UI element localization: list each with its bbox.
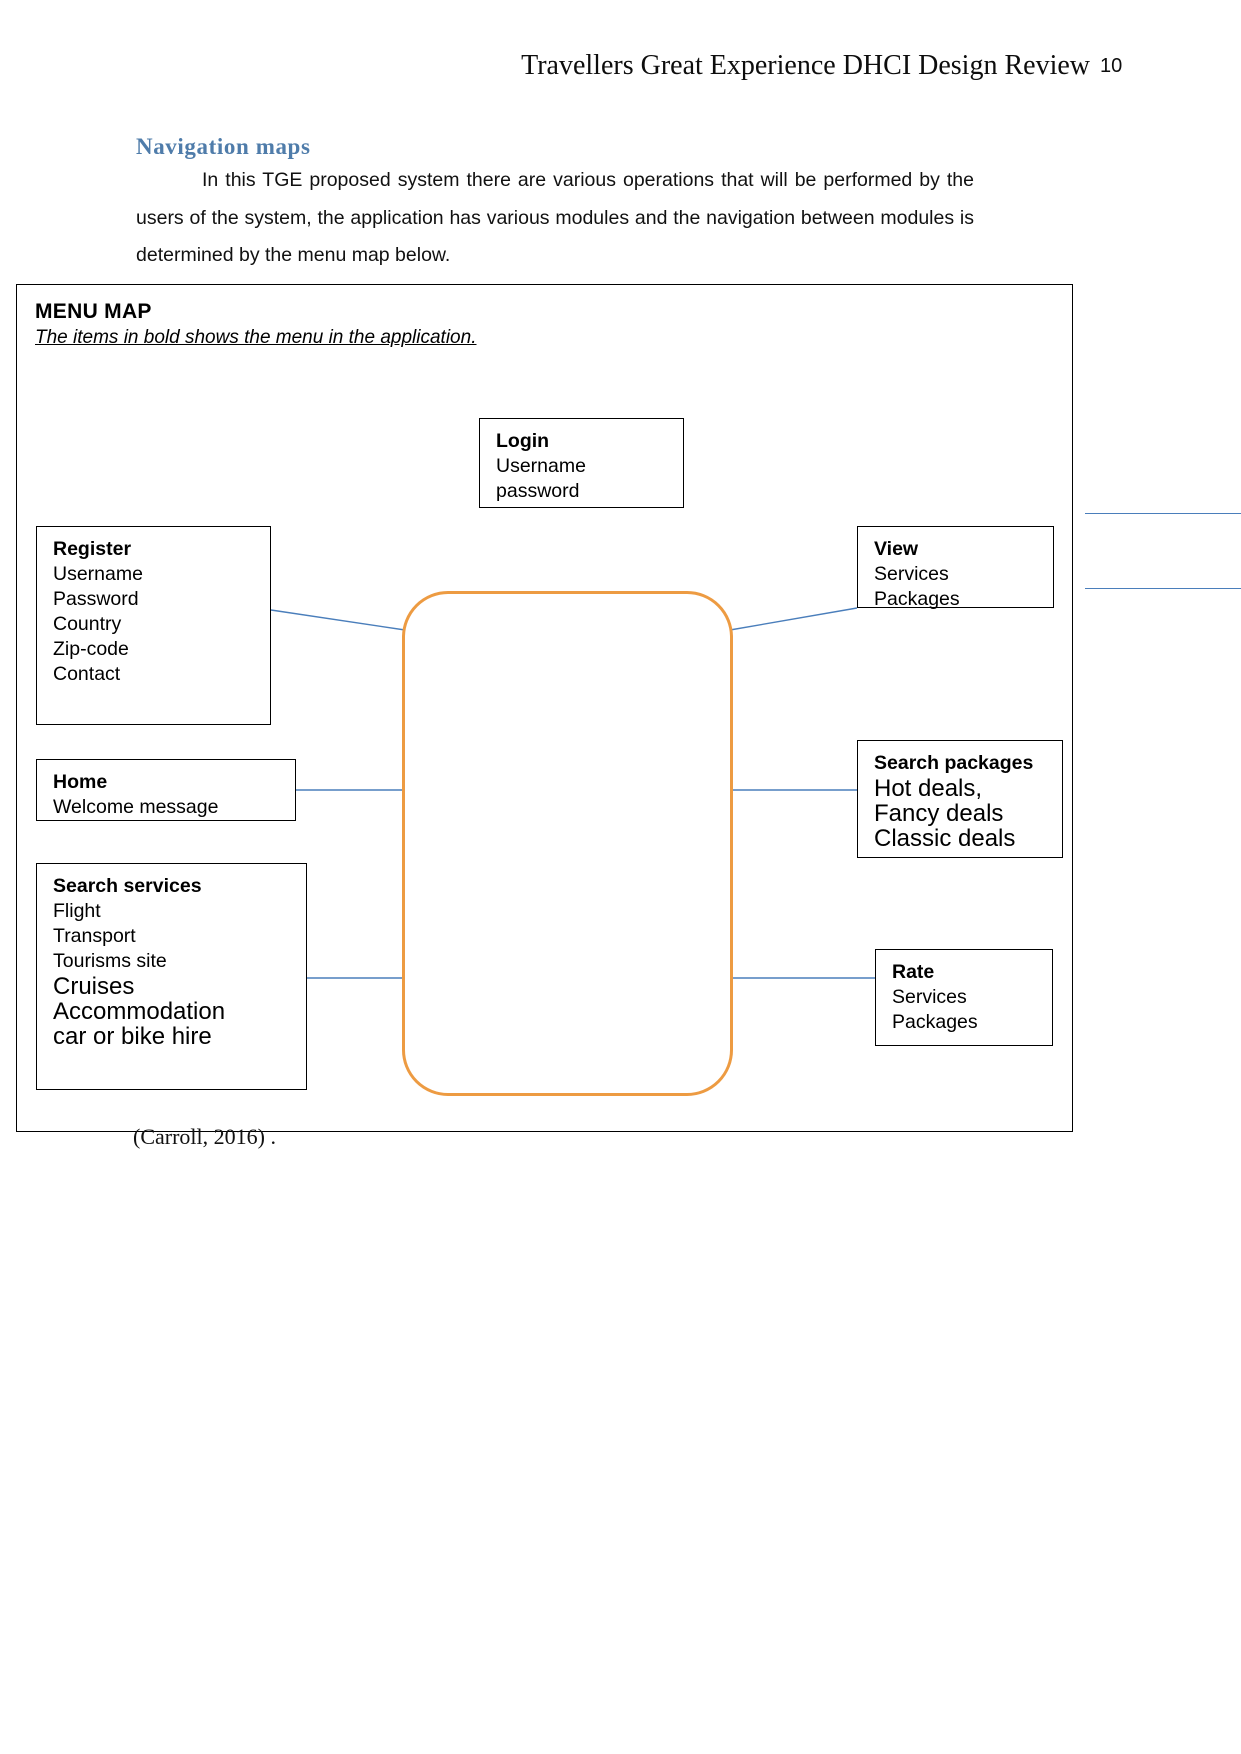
body-paragraph: In this TGE proposed system there are va… bbox=[136, 169, 974, 266]
page-number: 10 bbox=[1100, 55, 1123, 77]
node-search-services-item-3: Cruises bbox=[53, 973, 135, 1000]
node-home[interactable]: Home Welcome message bbox=[36, 759, 296, 821]
central-application-shape bbox=[402, 591, 733, 1096]
node-search-packages-item-1: Fancy deals bbox=[874, 800, 1004, 827]
page-header: Travellers Great Experience DHCI Design … bbox=[0, 48, 1241, 88]
node-search-services-item-0: Flight bbox=[53, 900, 101, 922]
menu-map-diagram: MENU MAP The items in bold shows the men… bbox=[16, 284, 1073, 1132]
node-search-services[interactable]: Search services Flight Transport Tourism… bbox=[36, 863, 307, 1090]
document-title: Travellers Great Experience DHCI Design … bbox=[521, 50, 1090, 81]
node-search-packages-title: Search packages bbox=[874, 752, 1034, 774]
node-rate-item-1: Packages bbox=[892, 1011, 978, 1033]
section-heading: Navigation maps bbox=[136, 134, 311, 159]
connector-stub-top bbox=[1085, 513, 1241, 514]
node-rate[interactable]: Rate Services Packages bbox=[875, 949, 1053, 1046]
node-register-item-0: Username bbox=[53, 563, 143, 585]
node-register-item-4: Contact bbox=[53, 663, 121, 685]
node-register-item-3: Zip-code bbox=[53, 638, 129, 660]
node-view[interactable]: View Services Packages bbox=[857, 526, 1054, 610]
connector-stub-bottom bbox=[1085, 588, 1241, 589]
node-search-packages[interactable]: Search packages Hot deals, Fancy deals C… bbox=[857, 740, 1063, 858]
node-register-item-2: Country bbox=[53, 613, 122, 635]
node-home-item-0: Welcome message bbox=[53, 796, 219, 818]
node-home-title: Home bbox=[53, 771, 108, 793]
node-register-item-1: Password bbox=[53, 588, 139, 610]
node-login[interactable]: Login Username password bbox=[479, 418, 684, 508]
node-search-services-item-5: car or bike hire bbox=[53, 1023, 212, 1050]
node-register[interactable]: Register Username Password Country Zip-c… bbox=[36, 526, 271, 725]
node-search-packages-item-0: Hot deals, bbox=[874, 775, 983, 802]
node-register-title: Register bbox=[53, 538, 132, 560]
node-login-item-1: password bbox=[496, 480, 580, 502]
node-search-services-item-4: Accommodation bbox=[53, 998, 226, 1025]
node-view-item-0: Services bbox=[874, 563, 949, 585]
node-rate-item-0: Services bbox=[892, 986, 967, 1008]
node-login-item-0: Username bbox=[496, 455, 586, 477]
node-search-packages-item-2: Classic deals bbox=[874, 825, 1016, 852]
node-search-services-title: Search services bbox=[53, 875, 202, 897]
node-search-services-item-1: Transport bbox=[53, 925, 136, 947]
node-view-item-1: Packages bbox=[874, 588, 960, 610]
node-view-title: View bbox=[874, 538, 919, 560]
node-rate-title: Rate bbox=[892, 961, 935, 983]
node-search-services-item-2: Tourisms site bbox=[53, 950, 167, 972]
node-login-title: Login bbox=[496, 430, 550, 452]
